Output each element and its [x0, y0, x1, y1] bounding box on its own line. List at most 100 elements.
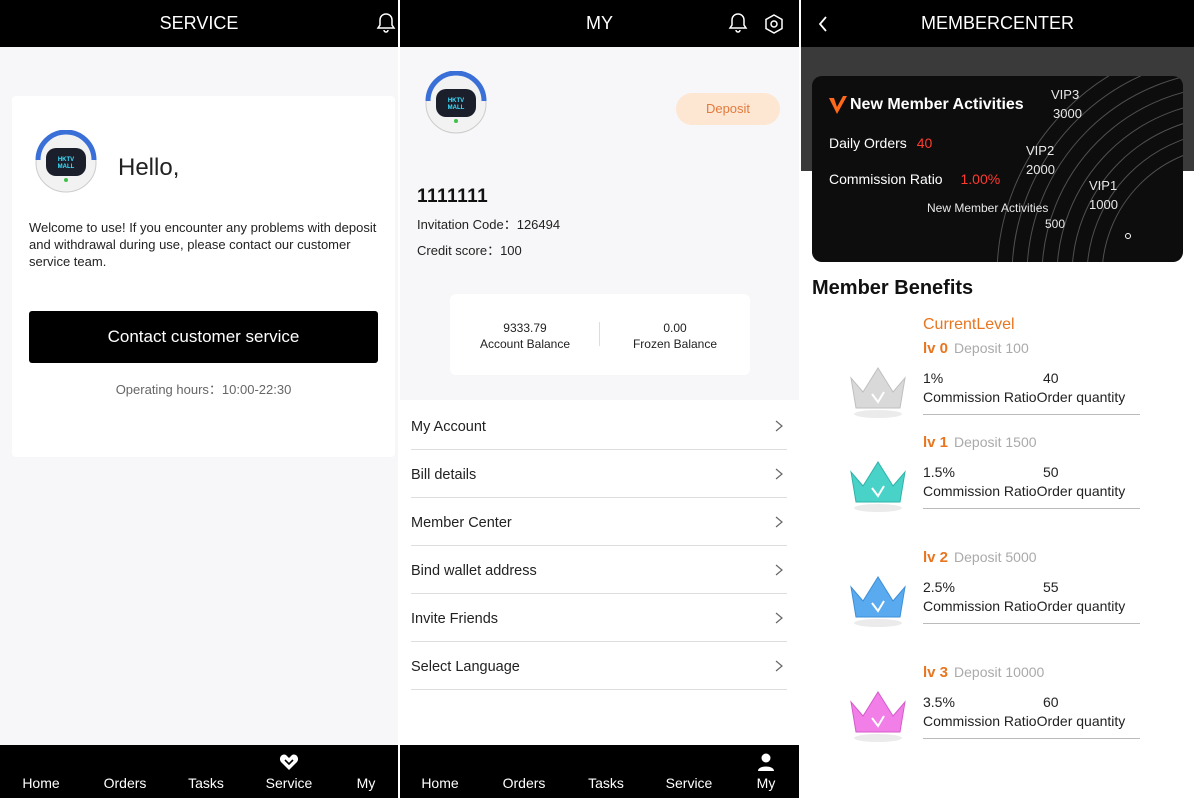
level-values: 2.5% 55: [923, 579, 1143, 595]
tab-home[interactable]: Home: [22, 775, 59, 791]
menu-item-select-language[interactable]: Select Language: [411, 642, 787, 690]
vip-card: New Member Activities Daily Orders 40 Co…: [812, 76, 1183, 262]
current-level-label: CurrentLevel: [923, 316, 1015, 333]
service-heart-icon[interactable]: [279, 753, 299, 771]
orders-label: Order quantity: [1036, 483, 1126, 499]
new-member-label: New Member Activities 500: [927, 200, 1065, 232]
svg-text:MALL: MALL: [58, 164, 75, 170]
commission-row: Commission Ratio 1.00%: [829, 171, 1000, 187]
level-tag: lv 1: [923, 434, 949, 451]
my-top-bar: MY: [400, 0, 799, 47]
level-header: lv 3 Deposit 10000: [923, 664, 1044, 681]
frozen-balance: 0.00 Frozen Balance: [600, 320, 750, 352]
level-values: 1.5% 50: [923, 464, 1143, 480]
account-balance-label: Account Balance: [479, 337, 571, 351]
tab-orders[interactable]: Orders: [503, 775, 546, 791]
menu-item-label: Select Language: [411, 659, 520, 675]
member-center-screen: MEMBERCENTER New Member Activities Daily…: [801, 0, 1194, 798]
avatar: HKTV MALL: [425, 71, 487, 134]
ratio-label: Commission Ratio: [923, 483, 1037, 499]
crown-icon: [850, 576, 906, 627]
svg-text:HKTV: HKTV: [58, 157, 74, 163]
my-screen: MY HKTV MALL Deposit 1111111 Invitation …: [400, 0, 799, 798]
vip3-label: VIP3 3000: [1051, 85, 1082, 123]
tab-my[interactable]: My: [357, 775, 376, 791]
menu-item-label: Bind wallet address: [411, 563, 537, 579]
vip3-name: VIP3: [1051, 87, 1080, 102]
tab-orders[interactable]: Orders: [104, 775, 147, 791]
account-menu: My Account Bill details Member Center Bi…: [400, 400, 799, 746]
level-row: lv 3 Deposit 10000 3.5% 60 Commission Rat…: [801, 664, 1194, 764]
ratio-label: Commission Ratio: [923, 389, 1037, 405]
page-title: MEMBERCENTER: [920, 13, 1074, 33]
chevron-right-icon: [775, 516, 783, 528]
account-balance: 9333.79 Account Balance: [450, 320, 600, 352]
deposit-button[interactable]: Deposit: [676, 93, 780, 125]
level-ratio: 1%: [923, 370, 944, 386]
back-arrow-icon[interactable]: [818, 16, 828, 32]
operating-hours: Operating hours：10:00-22:30: [115, 382, 292, 397]
chevron-right-icon: [775, 660, 783, 672]
invitation-code: Invitation Code：126494: [417, 217, 561, 232]
username: 1111111: [417, 186, 489, 207]
level-labels: Commission RatioOrder quantity: [923, 598, 1125, 614]
frozen-balance-label: Frozen Balance: [632, 337, 718, 351]
vip2-label: VIP2 2000: [1026, 141, 1055, 179]
credit-score: Credit score：100: [417, 243, 522, 258]
level-labels: Commission RatioOrder quantity: [923, 389, 1125, 405]
frozen-balance-value: 0.00: [663, 321, 687, 335]
menu-item-invite-friends[interactable]: Invite Friends: [411, 594, 787, 642]
new-member-name: New Member Activities: [927, 201, 1049, 215]
vip2-value: 2000: [1026, 162, 1055, 177]
crown-icon: [850, 367, 906, 418]
vip1-name: VIP1: [1089, 178, 1118, 193]
tab-tasks[interactable]: Tasks: [588, 775, 624, 791]
level-header: lv 2 Deposit 5000: [923, 549, 1037, 566]
tab-tasks[interactable]: Tasks: [188, 775, 224, 791]
member-benefits-heading: Member Benefits: [812, 277, 974, 299]
bell-icon[interactable]: [728, 12, 748, 34]
divider: [923, 508, 1140, 509]
card-title: New Member Activities: [850, 96, 1024, 113]
menu-item-my-account[interactable]: My Account: [411, 402, 787, 450]
user-icon[interactable]: [757, 753, 775, 771]
tab-service[interactable]: Service: [266, 775, 313, 791]
menu-item-label: Invite Friends: [411, 611, 499, 627]
menu-item-bind-wallet[interactable]: Bind wallet address: [411, 546, 787, 594]
tab-service[interactable]: Service: [666, 775, 713, 791]
level-labels: Commission RatioOrder quantity: [923, 713, 1125, 729]
level-orders: 60: [1043, 694, 1059, 710]
level-values: 1% 40: [923, 370, 1143, 386]
bell-icon[interactable]: [376, 12, 396, 34]
level-header: lv 1 Deposit 1500: [923, 434, 1037, 451]
vip1-label: VIP1 1000: [1089, 176, 1118, 214]
settings-icon[interactable]: [764, 13, 784, 35]
daily-orders-label: Daily Orders: [829, 135, 907, 151]
crown-icon: [850, 461, 906, 512]
level-deposit: Deposit 100: [954, 340, 1029, 356]
avatar: HKTV MALL: [35, 130, 97, 193]
tab-my[interactable]: My: [757, 775, 776, 791]
menu-item-label: My Account: [411, 419, 486, 435]
vip1-value: 1000: [1089, 197, 1118, 212]
menu-item-bill-details[interactable]: Bill details: [411, 450, 787, 498]
tab-home[interactable]: Home: [421, 775, 458, 791]
service-screen: SERVICE HKTV MALL Hello, Welcome to use!…: [0, 0, 398, 798]
chevron-right-icon: [775, 468, 783, 480]
level-deposit: Deposit 10000: [954, 664, 1045, 680]
svg-text:MALL: MALL: [448, 105, 465, 111]
level-orders: 50: [1043, 464, 1059, 480]
member-top-bar: MEMBERCENTER: [801, 0, 1194, 47]
menu-item-member-center[interactable]: Member Center: [411, 498, 787, 546]
level-tag: lv 3: [923, 664, 949, 681]
level-tag: lv 2: [923, 549, 949, 566]
welcome-text: Welcome to use! If you encounter any pro…: [29, 220, 377, 269]
bottom-tab-bar: Home Orders Tasks Service My: [0, 745, 398, 798]
daily-orders-value: 40: [916, 135, 933, 151]
contact-customer-service-button[interactable]: Contact customer service: [29, 311, 378, 363]
level-row: lv 1 Deposit 1500 1.5% 50 Commission Rati…: [801, 434, 1194, 534]
commission-value: 1.00%: [960, 171, 1001, 187]
divider: [923, 738, 1140, 739]
level-deposit: Deposit 1500: [954, 434, 1037, 450]
level-orders: 40: [1043, 370, 1059, 386]
